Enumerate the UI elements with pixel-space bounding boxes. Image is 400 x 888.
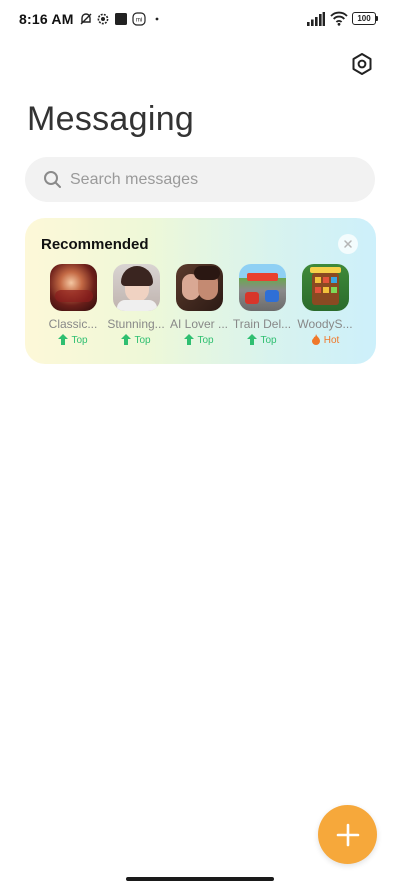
battery-icon: 100: [352, 12, 376, 25]
app-name: Classic...: [48, 317, 98, 331]
app-name: Train Del...: [232, 317, 292, 331]
battery-level: 100: [357, 14, 371, 23]
app-badge-top: Top: [230, 334, 294, 346]
app-badge-label: Top: [71, 335, 88, 346]
app-icon-ai-lover: [176, 264, 223, 311]
app-badge-top: Top: [104, 334, 168, 346]
search-icon: [44, 171, 61, 188]
dot-icon: [155, 17, 159, 21]
app-icon-woodys: [302, 264, 349, 311]
signal-bars-icon: [307, 12, 325, 26]
status-bar: 8:16 AM mi 100: [0, 0, 400, 38]
close-icon: [344, 240, 352, 248]
recommended-app-item[interactable]: Classic... Top: [41, 264, 103, 356]
recommended-app-item[interactable]: WoodyS... Hot: [293, 264, 355, 356]
gear-icon: [352, 53, 372, 75]
app-icon-train-delivery: [239, 264, 286, 311]
square-app-icon: [115, 13, 127, 25]
app-name: AI Lover ...: [169, 317, 229, 331]
app-badge-label: Hot: [323, 335, 340, 346]
battery-tip: [376, 16, 378, 21]
recommended-app-item[interactable]: Stunning... Top: [104, 264, 166, 356]
search-input[interactable]: [70, 157, 360, 202]
top-arrow-icon: [247, 334, 258, 345]
recommended-app-item[interactable]: AI Lover ... Top: [167, 264, 229, 356]
app-badge-top: Top: [167, 334, 231, 346]
new-message-button[interactable]: [318, 805, 377, 864]
app-badge-label: Top: [197, 335, 214, 346]
muted-notification-icon: [80, 13, 92, 25]
svg-text:mi: mi: [136, 18, 142, 24]
app-name: Stunning...: [107, 317, 165, 331]
top-arrow-icon: [184, 334, 195, 345]
top-arrow-icon: [121, 334, 132, 345]
app-name: WoodyS...: [297, 317, 353, 331]
recommended-apps-list: Classic... Top Stunning... Top AI Lover …: [41, 264, 371, 356]
recommended-app-item[interactable]: Train Del... Top: [230, 264, 292, 356]
app-badge-hot: Hot: [293, 334, 357, 346]
recommended-title: Recommended: [41, 236, 149, 253]
app-badge-top: Top: [41, 334, 105, 346]
close-recommended-button[interactable]: [338, 234, 358, 254]
settings-gear-icon: [97, 13, 109, 25]
search-bar[interactable]: [25, 157, 375, 202]
page-title: Messaging: [27, 100, 195, 138]
app-badge-label: Top: [260, 335, 277, 346]
app-icon-stunning: [113, 264, 160, 311]
settings-button[interactable]: [348, 50, 376, 78]
top-arrow-icon: [58, 334, 69, 345]
flame-icon: [311, 334, 320, 345]
app-badge-label: Top: [134, 335, 151, 346]
app-icon-classic: [50, 264, 97, 311]
home-indicator[interactable]: [126, 877, 274, 881]
recommended-card: Recommended Classic... Top Stunning... T…: [25, 218, 376, 364]
status-time: 8:16 AM: [19, 11, 74, 27]
mi-icon: mi: [132, 12, 146, 26]
wifi-icon: [330, 11, 348, 26]
plus-icon: [336, 823, 359, 846]
